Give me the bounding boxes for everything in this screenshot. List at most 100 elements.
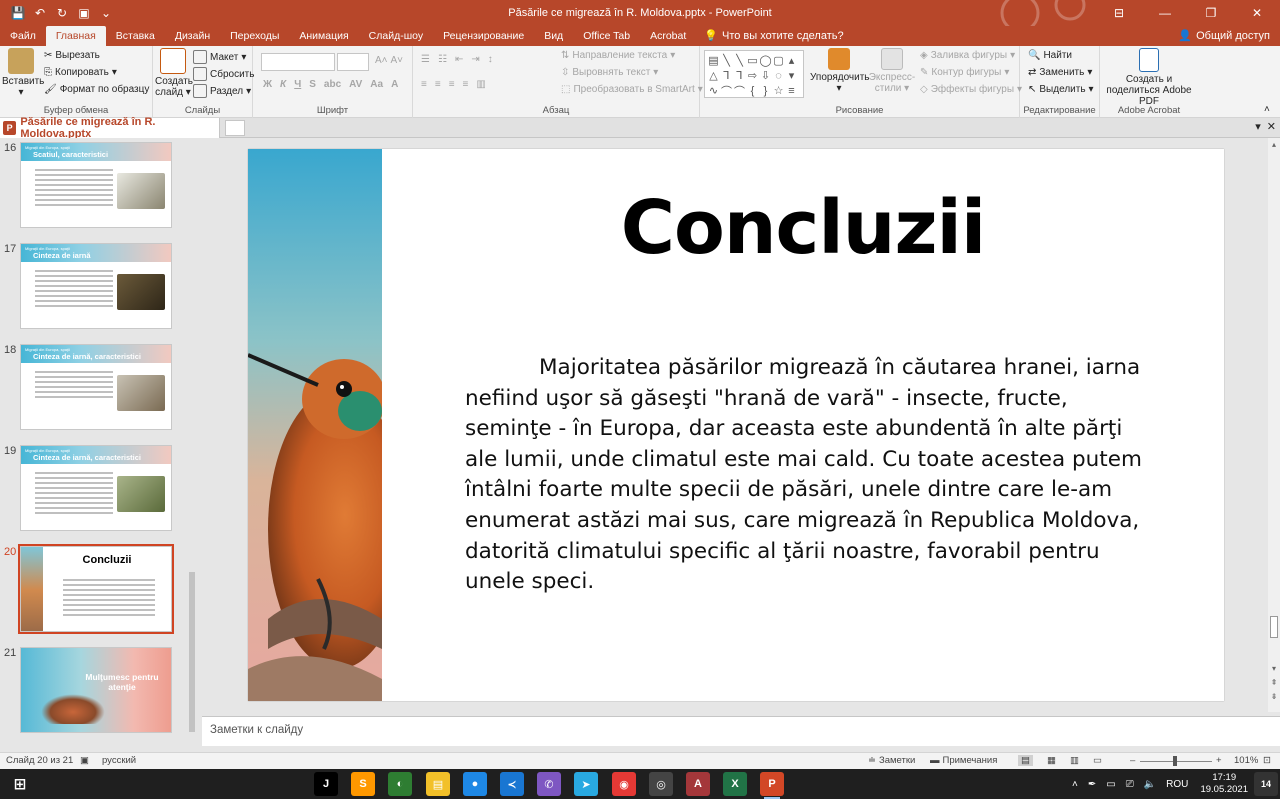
italic-button[interactable]: К <box>280 79 286 90</box>
tab-acrobat[interactable]: Acrobat <box>640 26 696 46</box>
smartart-button[interactable]: ⬚ Преобразовать в SmartArt ▾ <box>561 84 703 95</box>
line-spacing-icon[interactable]: ↕ <box>488 54 493 65</box>
strikethrough-button[interactable]: S <box>309 79 316 90</box>
decrease-indent-icon[interactable]: ⇤ <box>455 54 463 65</box>
format-painter-button[interactable]: 🖌 Формат по образцу <box>44 84 149 95</box>
font-name-input[interactable] <box>261 53 335 71</box>
replace-button[interactable]: ⇄ Заменить ▾ <box>1028 67 1092 78</box>
connector-icon[interactable]: ⅂ <box>733 68 746 83</box>
taskbar-access-icon[interactable]: A <box>686 772 710 796</box>
new-tab-button[interactable] <box>225 120 245 136</box>
find-button[interactable]: 🔍 Найти <box>1028 50 1072 61</box>
restore-button[interactable]: ❐ <box>1188 0 1234 26</box>
increase-indent-icon[interactable]: ⇥ <box>471 54 479 65</box>
thumbnail-scrollbar[interactable] <box>187 142 197 738</box>
line-icon[interactable]: ╲ <box>733 53 746 68</box>
slide-title[interactable]: Concluzii <box>382 185 1224 271</box>
new-slide-button[interactable]: Создать слайд ▾ <box>155 48 193 98</box>
bullets-icon[interactable]: ☰ <box>421 54 430 65</box>
tab-list-icon[interactable]: ▾ <box>1255 120 1261 133</box>
system-clock[interactable]: 17:19 19.05.2021 <box>1200 772 1248 796</box>
zoom-slider-handle[interactable] <box>1173 756 1177 766</box>
select-button[interactable]: ↖ Выделить ▾ <box>1028 84 1094 95</box>
reading-view-icon[interactable]: ▥ <box>1070 755 1079 766</box>
slide-thumbnail-18[interactable]: Migraţii din Europa, spaţii Cinteza de i… <box>20 344 172 430</box>
taskbar-excel-icon[interactable]: X <box>723 772 747 796</box>
oval-icon[interactable]: ◯ <box>759 53 772 68</box>
taskbar-sublime-icon[interactable]: S <box>351 772 375 796</box>
document-tab[interactable]: P Păsările ce migrează în R. Moldova.ppt… <box>0 116 220 140</box>
chevron-up-icon[interactable]: ˄ <box>1072 779 1078 790</box>
slide-thumbnail-21[interactable]: Mulţumesc pentru atenţie <box>20 647 172 733</box>
customize-qat-icon[interactable]: ⌄ <box>98 5 114 21</box>
brace-left-icon[interactable]: { <box>746 83 759 98</box>
fit-slide-icon[interactable]: ⊡ <box>1263 755 1271 766</box>
tab-animations[interactable]: Анимация <box>289 26 358 46</box>
monitor-icon[interactable]: ⎚ <box>1126 779 1134 790</box>
start-icon[interactable]: ⊞ <box>8 772 32 796</box>
change-case-button[interactable]: Aa <box>370 79 383 90</box>
tab-transitions[interactable]: Переходы <box>220 26 289 46</box>
underline-button[interactable]: Ч <box>294 79 301 90</box>
start-presentation-icon[interactable]: ▣ <box>76 5 92 21</box>
collapse-ribbon-icon[interactable]: ˄ <box>1264 104 1270 115</box>
curve-icon[interactable]: ⌒ <box>720 83 733 98</box>
tab-slideshow[interactable]: Слайд-шоу <box>359 26 433 46</box>
tab-review[interactable]: Рецензирование <box>433 26 534 46</box>
rounded-rect-icon[interactable]: ▢ <box>772 53 785 68</box>
align-center-icon[interactable]: ≡ <box>435 79 441 90</box>
notification-center-icon[interactable]: 14 <box>1254 772 1278 796</box>
taskbar-vscode-icon[interactable]: ≺ <box>500 772 524 796</box>
shadow-button[interactable]: abc <box>324 79 341 90</box>
tab-home[interactable]: Главная <box>45 26 106 46</box>
tab-file[interactable]: Файл <box>0 26 46 46</box>
copy-button[interactable]: ⎘ Копировать ▾ <box>44 67 117 78</box>
network-icon[interactable]: ▭ <box>1106 779 1115 790</box>
notes-pane[interactable]: Заметки к слайду <box>202 716 1280 746</box>
taskbar-powerpoint-icon[interactable]: P <box>760 772 784 799</box>
shape-effects-button[interactable]: ◇ Эффекты фигуры ▾ <box>920 84 1022 95</box>
zoom-out-icon[interactable]: – <box>1130 755 1135 766</box>
quick-styles-button[interactable]: Экспресс-стили ▾ <box>866 48 918 94</box>
spellcheck-icon[interactable]: ▣ <box>80 755 89 766</box>
tell-me-box[interactable]: 💡 Что вы хотите сделать? <box>704 26 843 46</box>
hummingbird-image[interactable] <box>248 149 382 701</box>
char-spacing-button[interactable]: AV <box>349 79 362 90</box>
arrange-button[interactable]: Упорядочить ▾ <box>810 48 870 94</box>
previous-slide-icon[interactable]: ⇞ <box>1268 678 1280 690</box>
columns-icon[interactable]: ▥ <box>476 79 485 90</box>
share-button[interactable]: 👤 Общий доступ <box>1178 26 1270 46</box>
freeform-icon[interactable]: ∿ <box>707 83 720 98</box>
slide-thumbnail-16[interactable]: Migraţii din Europa, spaţii Scatiul, car… <box>20 142 172 228</box>
slide-thumbnail-20[interactable]: Concluzii <box>18 544 174 634</box>
scroll-down-icon[interactable]: ▾ <box>1268 664 1280 676</box>
slide[interactable]: Concluzii Majoritatea păsărilor migrează… <box>248 149 1224 701</box>
textbox-icon[interactable]: ▤ <box>707 53 720 68</box>
arrow-down-icon[interactable]: ⇩ <box>759 68 772 83</box>
normal-view-icon[interactable]: ▤ <box>1018 755 1033 766</box>
layout-button[interactable]: Макет ▾ <box>193 50 246 64</box>
notes-toggle-button[interactable]: ≐ Заметки <box>868 755 915 766</box>
align-text-button[interactable]: ⇳ Выровнять текст ▾ <box>561 67 658 78</box>
close-tab-icon[interactable]: ✕ <box>1267 120 1276 133</box>
shape-fill-btn[interactable]: ◈ Заливка фигуры ▾ <box>920 50 1015 61</box>
taskbar-app-green-icon[interactable]: ◐ <box>388 772 412 796</box>
arc-icon[interactable]: ⌒ <box>733 83 746 98</box>
redo-icon[interactable]: ↻ <box>54 5 70 21</box>
brace-right-icon[interactable]: } <box>759 83 772 98</box>
taskbar-chrome-icon[interactable]: ◉ <box>612 772 636 796</box>
tab-insert[interactable]: Вставка <box>106 26 165 46</box>
next-slide-icon[interactable]: ⇟ <box>1268 692 1280 704</box>
cut-button[interactable]: ✂ Вырезать <box>44 50 100 61</box>
connector-icon[interactable]: ⅂ <box>720 68 733 83</box>
shrink-font-icon[interactable]: A˅ <box>391 55 404 66</box>
tab-design[interactable]: Дизайн <box>165 26 220 46</box>
thumbnail-scroll-thumb[interactable] <box>189 572 195 732</box>
shapes-gallery[interactable]: ▤ ╲ ╲ ▭ ◯ ▢ ▴ △ ⅂ ⅂ ⇨ ⇩ ◌ ▾ ∿ ⌒ ⌒{} ☆ ≡ <box>704 50 804 98</box>
slide-thumbnail-17[interactable]: Migraţii din Europa, spaţii Cinteza de i… <box>20 243 172 329</box>
gallery-up-icon[interactable]: ▴ <box>785 53 798 68</box>
bold-button[interactable]: Ж <box>263 79 272 90</box>
text-direction-button[interactable]: ⇅ Направление текста ▾ <box>561 50 675 61</box>
zoom-level[interactable]: 101% <box>1234 755 1258 766</box>
undo-icon[interactable]: ↶ <box>32 5 48 21</box>
